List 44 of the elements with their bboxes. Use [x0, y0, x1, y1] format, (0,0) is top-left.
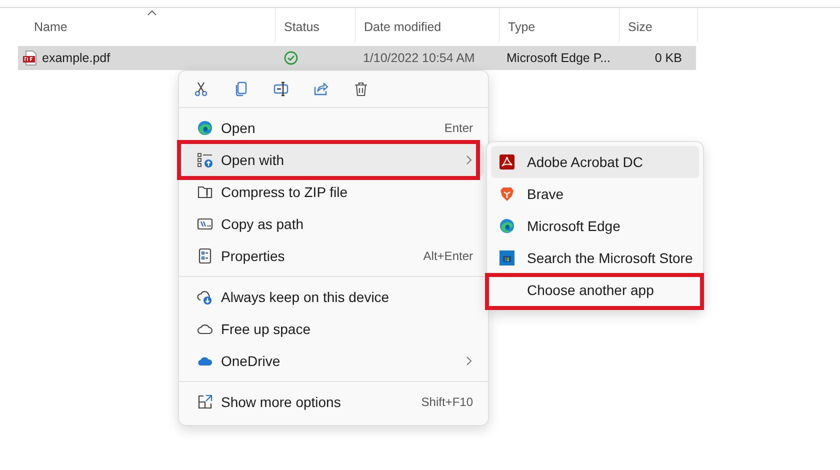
edge-icon: [197, 120, 213, 136]
file-type: Microsoft Edge P...: [506, 51, 611, 65]
check-circle-icon: [283, 50, 300, 66]
menu-item[interactable]: Search the Microsoft Store: [491, 242, 699, 274]
menu-item[interactable]: Compress to ZIP file: [183, 176, 484, 208]
edge-icon: [499, 218, 515, 234]
column-header[interactable]: Status: [276, 8, 356, 42]
file-row[interactable]: example.pdf 1/10/2022 10:54 AM Microsoft Edge P... 0 KB: [18, 46, 696, 70]
menu-item[interactable]: Properties Alt+Enter: [183, 240, 484, 272]
shortcut-label: Enter: [444, 121, 473, 135]
menu-item[interactable]: Adobe Acrobat DC: [491, 146, 699, 178]
menu-item[interactable]: Free up space: [183, 313, 484, 345]
column-header[interactable]: Type: [500, 8, 620, 42]
sort-caret-icon: [146, 10, 156, 16]
share-icon: [313, 81, 329, 97]
rename-icon: [273, 81, 289, 97]
file-size: 0 KB: [654, 51, 682, 65]
trash-icon: [353, 81, 369, 97]
shortcut-label: Alt+Enter: [423, 249, 473, 263]
menu-item[interactable]: Show more options Shift+F10: [183, 386, 484, 418]
apps-list-icon: [197, 152, 213, 168]
column-header[interactable]: Name: [18, 8, 276, 42]
file-name: example.pdf: [42, 51, 110, 65]
cloud-download-icon: [197, 289, 213, 305]
scissors-icon: [193, 81, 209, 97]
column-header[interactable]: Size: [620, 8, 698, 42]
column-header[interactable]: Date modified: [356, 8, 500, 42]
path-icon: [197, 216, 213, 232]
menu-item[interactable]: Microsoft Edge: [491, 210, 699, 242]
acrobat-icon: [499, 154, 515, 170]
shortcut-label: Shift+F10: [421, 395, 473, 409]
pdf-file-icon: [22, 50, 38, 66]
menu-item[interactable]: OneDrive: [183, 345, 484, 377]
menu-item[interactable]: Brave: [491, 178, 699, 210]
copy-icon: [233, 81, 249, 97]
date-modified: 1/10/2022 10:54 AM: [362, 51, 475, 65]
properties-icon: [197, 248, 213, 264]
expand-icon: [197, 394, 213, 410]
menu-item[interactable]: Choose another app: [491, 274, 699, 306]
menu-item[interactable]: Always keep on this device: [183, 281, 484, 313]
menu-item[interactable]: Open Enter: [183, 112, 484, 144]
menu-item[interactable]: Copy as path: [183, 208, 484, 240]
zip-folder-icon: [197, 184, 213, 200]
store-icon: [499, 250, 515, 266]
